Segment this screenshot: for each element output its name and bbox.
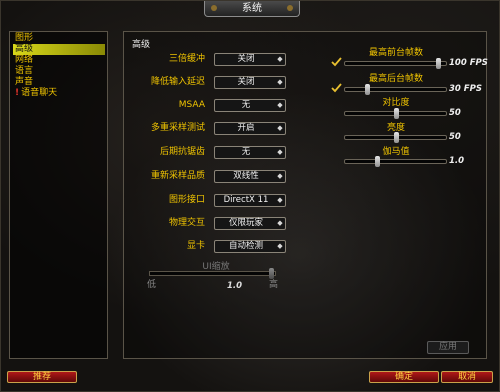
ok-button[interactable]: 确定: [369, 371, 439, 383]
dropdown-msaa[interactable]: 无 ◆: [214, 99, 286, 112]
slider-label-gamma: 伽马值: [382, 147, 410, 157]
dropdown-value: 仅限玩家: [228, 218, 263, 228]
dropdown-arrow-icon: ◆: [277, 219, 283, 227]
dropdown-multisample-test[interactable]: 开启 ◆: [214, 122, 286, 135]
dropdown-post-aa[interactable]: 无 ◆: [214, 146, 286, 159]
checkmark-icon: [331, 83, 342, 93]
ui-scale-min-label: 低: [147, 280, 157, 290]
dropdown-value: 双线性: [233, 171, 259, 181]
cancel-button[interactable]: 取消: [441, 371, 493, 383]
category-graphics[interactable]: 图形: [13, 33, 105, 44]
dropdown-value: 开启: [237, 123, 255, 133]
dropdown-arrow-icon: ◆: [277, 55, 283, 63]
dropdown-arrow-icon: ◆: [277, 78, 283, 86]
category-voice-chat[interactable]: ! 语音聊天: [13, 88, 105, 99]
dropdown-triple-buffering[interactable]: 关闭 ◆: [214, 53, 286, 66]
slider-thumb[interactable]: [365, 84, 371, 95]
panel-title: 高级: [132, 40, 151, 50]
dropdown-arrow-icon: ◆: [277, 242, 283, 250]
dropdown-value: 无: [241, 147, 251, 157]
slider-thumb[interactable]: [375, 156, 381, 167]
slider-value-max-background-fps: 30 FPS: [449, 84, 482, 94]
category-label: 图形: [15, 33, 34, 43]
setting-label-msaa: MSAA: [178, 100, 205, 110]
dropdown-value: 无: [241, 100, 251, 110]
category-label: 语言: [15, 66, 34, 76]
category-label: 语音聊天: [21, 88, 58, 98]
apply-button[interactable]: 应用: [427, 341, 469, 354]
checkbox-max-background-fps[interactable]: [331, 83, 342, 93]
dropdown-arrow-icon: ◆: [277, 148, 283, 156]
slider-gamma[interactable]: [344, 156, 447, 167]
slider-value-max-foreground-fps: 100 FPS: [449, 58, 488, 68]
category-list: 图形 高级 网络 语言 声音 ! 语音聊天: [9, 31, 108, 359]
setting-label-multisample-test: 多重采样测试: [150, 123, 205, 133]
dropdown-arrow-icon: ◆: [277, 101, 283, 109]
setting-label-resample-quality: 重新采样品质: [150, 171, 205, 181]
setting-label-input-lag: 降低输入延迟: [150, 77, 205, 87]
category-label: 网络: [15, 55, 34, 65]
slider-max-background-fps[interactable]: [344, 84, 447, 95]
ui-scale-value: 1.0: [227, 281, 243, 291]
slider-thumb[interactable]: [393, 132, 399, 143]
category-label: 声音: [15, 77, 34, 87]
dropdown-graphics-api[interactable]: DirectX 11 ◆: [214, 194, 286, 207]
category-sound[interactable]: 声音: [13, 77, 105, 88]
slider-label-max-foreground-fps: 最高前台帧数: [368, 48, 423, 58]
dropdown-value: 关闭: [237, 77, 255, 87]
recommend-button[interactable]: 推荐: [7, 371, 77, 383]
slider-value-gamma: 1.0: [449, 156, 465, 166]
slider-contrast[interactable]: [344, 108, 447, 119]
dropdown-physics-interaction[interactable]: 仅限玩家 ◆: [214, 217, 286, 230]
category-language[interactable]: 语言: [13, 66, 105, 77]
dropdown-value: 关闭: [237, 54, 255, 64]
slider-ui-scale[interactable]: [149, 268, 276, 279]
setting-label-graphics-api: 图形接口: [168, 195, 205, 205]
slider-thumb[interactable]: [393, 108, 399, 119]
setting-label-physics-interaction: 物理交互: [168, 218, 205, 228]
category-label: 高级: [15, 44, 34, 54]
slider-value-brightness: 50: [449, 132, 461, 142]
ui-scale-max-label: 高: [269, 280, 279, 290]
slider-value-contrast: 50: [449, 108, 461, 118]
checkbox-max-foreground-fps[interactable]: [331, 57, 342, 67]
dropdown-resample-quality[interactable]: 双线性 ◆: [214, 170, 286, 183]
system-options-window: 系统 图形 高级 网络 语言 声音 ! 语音聊天 高级 三倍缓冲 关闭 ◆ 降低输入…: [0, 0, 500, 392]
slider-max-foreground-fps[interactable]: [344, 58, 447, 69]
slider-thumb[interactable]: [435, 58, 441, 69]
setting-label-triple-buffering: 三倍缓冲: [168, 54, 205, 64]
warning-icon: !: [15, 88, 20, 98]
setting-label-post-aa: 后期抗锯齿: [159, 147, 205, 157]
checkmark-icon: [331, 57, 342, 67]
dropdown-arrow-icon: ◆: [277, 124, 283, 132]
setting-label-graphics-card: 显卡: [186, 241, 205, 251]
dropdown-arrow-icon: ◆: [277, 172, 283, 180]
slider-brightness[interactable]: [344, 132, 447, 143]
dropdown-graphics-card[interactable]: 自动检测 ◆: [214, 240, 286, 253]
dropdown-value: DirectX 11: [223, 195, 269, 205]
window-title: 系统: [204, 1, 300, 17]
dropdown-input-lag[interactable]: 关闭 ◆: [214, 76, 286, 89]
category-advanced[interactable]: 高级: [13, 44, 105, 55]
category-network[interactable]: 网络: [13, 55, 105, 66]
dropdown-value: 自动检测: [228, 241, 263, 251]
slider-label-max-background-fps: 最高后台帧数: [368, 74, 423, 84]
dropdown-arrow-icon: ◆: [277, 196, 283, 204]
